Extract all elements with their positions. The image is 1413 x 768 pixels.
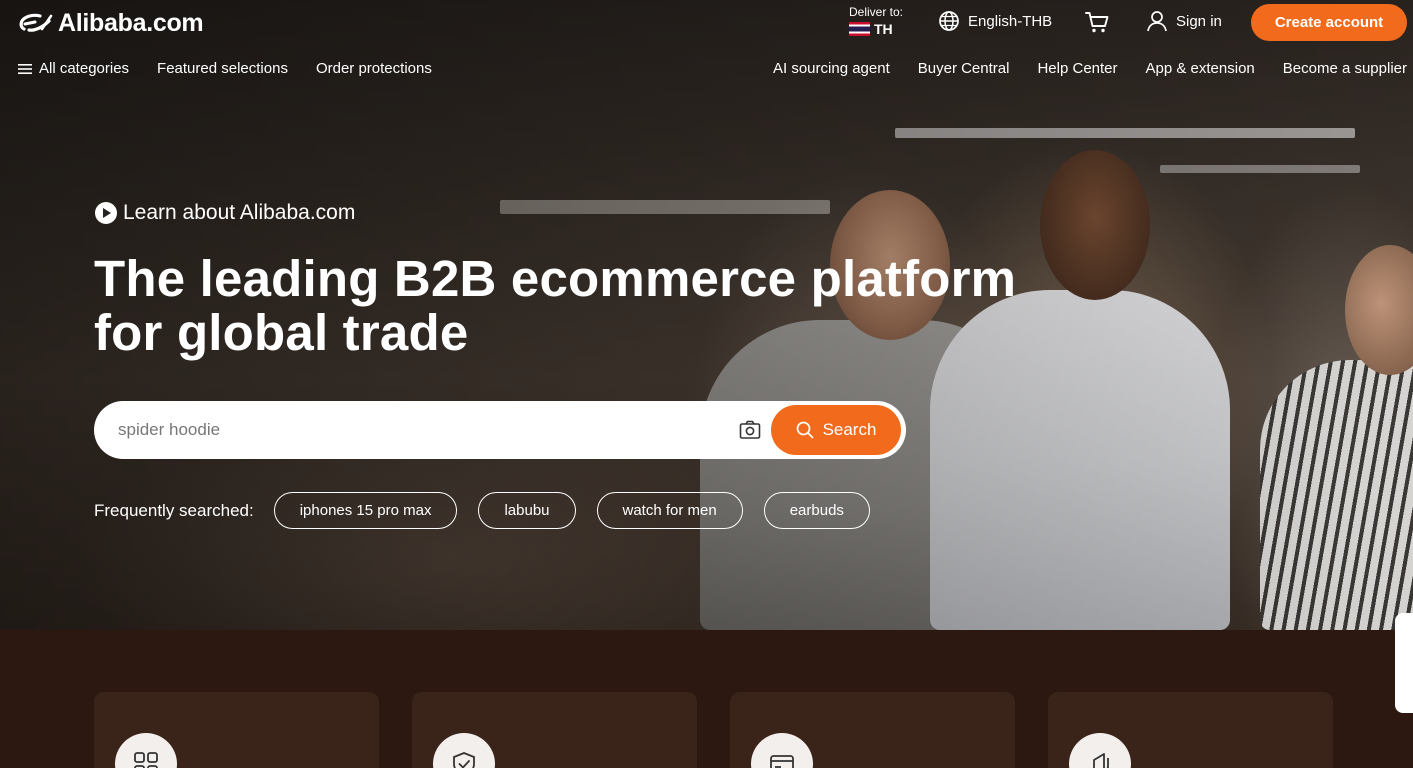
deliver-to-selector[interactable]: Deliver to: TH xyxy=(849,5,919,37)
feature-card[interactable] xyxy=(1048,692,1333,768)
thailand-flag-icon xyxy=(849,22,870,36)
learn-about-label: Learn about Alibaba.com xyxy=(123,201,356,224)
nav-featured-selections[interactable]: Featured selections xyxy=(157,60,288,77)
card-icon-wrap xyxy=(433,733,495,768)
cart-icon[interactable] xyxy=(1084,9,1110,35)
top-header: Alibaba.com Deliver to: TH English-THB S… xyxy=(0,0,1413,44)
language-label: English-THB xyxy=(968,12,1053,30)
user-icon xyxy=(1147,11,1167,32)
create-account-button[interactable]: Create account xyxy=(1251,4,1407,41)
menu-icon xyxy=(18,63,32,74)
hero-headline: The leading B2B ecommerce platform for g… xyxy=(94,250,1017,361)
feature-card[interactable] xyxy=(94,692,379,768)
alibaba-logo-icon xyxy=(19,13,53,32)
sign-in-link[interactable]: Sign in xyxy=(1146,10,1222,32)
feature-card[interactable] xyxy=(730,692,1015,768)
frequently-searched-label: Frequently searched: xyxy=(94,500,254,520)
nav-help-center[interactable]: Help Center xyxy=(1037,60,1117,77)
grid-icon xyxy=(134,752,158,768)
deliver-country-code: TH xyxy=(874,21,893,37)
deliver-label: Deliver to: xyxy=(849,5,904,19)
payment-icon xyxy=(770,755,794,768)
globe-icon xyxy=(939,11,959,31)
nav-ai-sourcing-agent[interactable]: AI sourcing agent xyxy=(773,60,890,77)
sign-in-label: Sign in xyxy=(1176,12,1222,30)
nav-app-extension[interactable]: App & extension xyxy=(1146,60,1255,77)
nav-label: All categories xyxy=(39,60,130,77)
feature-section xyxy=(0,630,1413,768)
card-icon-wrap xyxy=(115,733,177,768)
frequently-searched: Frequently searched: iphones 15 pro max … xyxy=(94,492,891,529)
search-icon xyxy=(796,421,813,439)
box-icon xyxy=(1093,753,1109,768)
nav-buyer-central[interactable]: Buyer Central xyxy=(918,60,1010,77)
floating-side-tab[interactable] xyxy=(1395,613,1413,713)
nav-left-group: All categories Featured selections Order… xyxy=(18,60,432,77)
search-button-label: Search xyxy=(822,420,877,439)
main-nav: All categories Featured selections Order… xyxy=(0,50,1413,90)
card-icon-wrap xyxy=(751,733,813,768)
logo-text: Alibaba.com xyxy=(58,8,204,37)
shield-check-icon xyxy=(453,752,475,768)
nav-become-supplier[interactable]: Become a supplier xyxy=(1283,60,1407,77)
play-icon xyxy=(95,202,117,224)
nav-all-categories[interactable]: All categories xyxy=(18,60,129,77)
search-chip[interactable]: iphones 15 pro max xyxy=(273,492,458,529)
search-input[interactable] xyxy=(116,415,716,445)
search-chip[interactable]: labubu xyxy=(478,492,576,529)
search-bar: Search xyxy=(94,401,906,459)
card-icon-wrap xyxy=(1069,733,1131,768)
nav-order-protections[interactable]: Order protections xyxy=(316,60,432,77)
search-button[interactable]: Search xyxy=(771,405,901,455)
camera-search-icon[interactable] xyxy=(739,419,761,441)
learn-about-link[interactable]: Learn about Alibaba.com xyxy=(95,201,355,225)
search-chip[interactable]: watch for men xyxy=(596,492,743,529)
site-logo[interactable]: Alibaba.com xyxy=(18,8,204,38)
search-chip[interactable]: earbuds xyxy=(763,492,870,529)
feature-card[interactable] xyxy=(412,692,697,768)
nav-right-group: AI sourcing agent Buyer Central Help Cen… xyxy=(773,60,1407,77)
page: Alibaba.com Deliver to: TH English-THB S… xyxy=(0,0,1413,768)
language-currency-selector[interactable]: English-THB xyxy=(938,10,1052,32)
